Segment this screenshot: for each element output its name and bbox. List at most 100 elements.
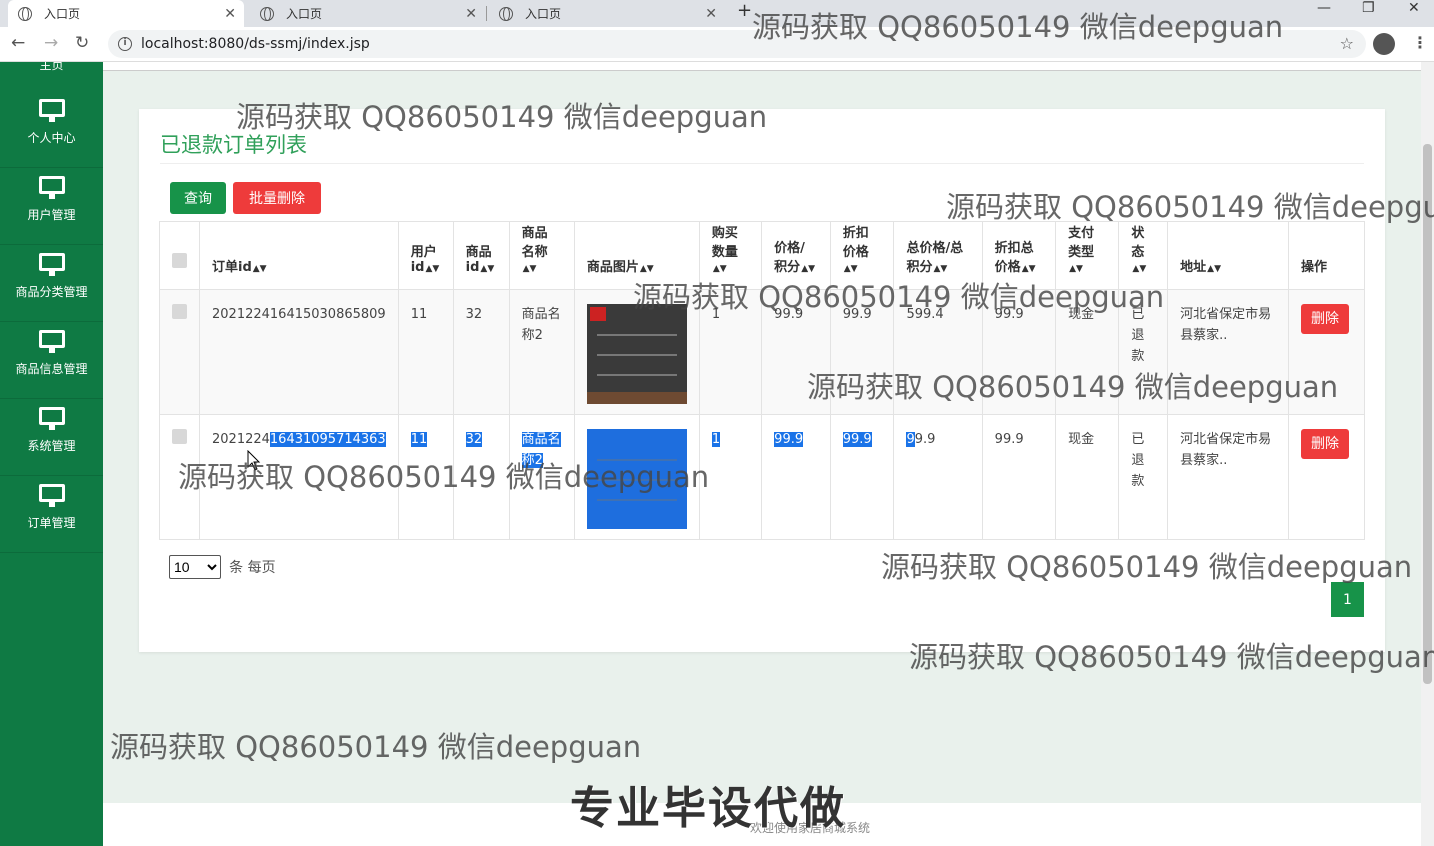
table-header-row: 订单id▲▼ 用户 id▲▼ 商品 id▲▼ 商品 名称▲▼ 商品图片▲▼ 购买 数量▲…	[159, 221, 1366, 290]
col-user-id[interactable]: 用户 id▲▼	[397, 221, 454, 290]
browser-toolbar: ← → ↻ i localhost:8080/ds-ssmj/index.jsp…	[0, 27, 1434, 62]
sort-icon: ▲▼	[933, 264, 948, 274]
profile-avatar-icon[interactable]	[1373, 33, 1395, 55]
query-button[interactable]: 查询	[170, 182, 226, 214]
sort-icon: ▲▼	[522, 264, 537, 274]
sidebar-item-system[interactable]: 系统管理	[0, 399, 103, 476]
select-all-checkbox[interactable]	[172, 253, 187, 268]
goods-name-cell: 商品名称2	[508, 414, 575, 540]
discount-total-cell: 99.9	[981, 289, 1057, 415]
goods-image[interactable]	[586, 304, 687, 404]
browser-tab-3[interactable]: 入口页 ✕	[489, 0, 725, 27]
sort-icon: ▲▼	[639, 264, 654, 274]
divider	[160, 163, 1364, 164]
mouse-cursor-icon	[247, 450, 261, 471]
page-size-select[interactable]: 10	[169, 555, 221, 579]
monitor-icon	[38, 407, 65, 430]
sidebar: 主页 个人中心 用户管理 商品分类管理 商品信息管理 系统管理 订单管理	[0, 62, 103, 846]
table-row: 202122416431095714363 11 32 商品名称2 1 99.9…	[159, 414, 1366, 540]
close-icon[interactable]: ✕	[465, 6, 477, 22]
col-discount-total[interactable]: 折扣总 价格▲▼	[981, 221, 1057, 290]
col-pay-type[interactable]: 支付 类型▲▼	[1055, 221, 1120, 290]
sidebar-item-goods[interactable]: 商品信息管理	[0, 322, 103, 399]
col-total[interactable]: 总价格/总 积分▲▼	[893, 221, 983, 290]
page-scrollbar[interactable]	[1421, 62, 1434, 846]
status-cell: 已退款	[1118, 414, 1169, 540]
sort-icon: ▲▼	[1132, 264, 1147, 274]
delete-button[interactable]: 删除	[1300, 304, 1349, 334]
sort-icon: ▲▼	[252, 264, 267, 274]
col-address[interactable]: 地址▲▼	[1167, 221, 1289, 290]
col-goods-id[interactable]: 商品 id▲▼	[452, 221, 510, 290]
sort-icon: ▲▼	[1021, 264, 1036, 274]
browser-tab-2[interactable]: 入口页 ✕	[250, 0, 485, 27]
col-status[interactable]: 状态▲▼	[1118, 221, 1169, 290]
restore-icon[interactable]: ❐	[1362, 0, 1375, 16]
col-quantity[interactable]: 购买 数量▲▼	[698, 221, 763, 290]
price-cell: 99.9	[761, 414, 831, 540]
watermark-big: 专业毕设代做	[570, 783, 846, 834]
sidebar-item-orders[interactable]: 订单管理	[0, 476, 103, 553]
goods-image-cell	[573, 289, 700, 415]
goods-name-cell: 商品名称2	[508, 289, 575, 415]
goods-id-cell: 32	[452, 414, 510, 540]
address-bar[interactable]: i localhost:8080/ds-ssmj/index.jsp ☆	[108, 30, 1366, 58]
sort-icon: ▲▼	[801, 264, 816, 274]
new-tab-icon[interactable]: +	[737, 0, 752, 21]
back-icon[interactable]: ←	[11, 33, 25, 53]
discount-price-cell: 99.9	[829, 289, 895, 415]
row-checkbox[interactable]	[172, 304, 187, 319]
monitor-icon	[38, 330, 65, 353]
pay-type-cell: 现金	[1055, 414, 1120, 540]
batch-delete-button[interactable]: 批量删除	[233, 182, 321, 214]
monitor-icon	[38, 176, 65, 199]
sidebar-item-home[interactable]: 主页	[0, 62, 103, 73]
sort-icon: ▲▼	[425, 264, 440, 274]
user-id-cell: 11	[397, 414, 454, 540]
sidebar-item-profile[interactable]: 个人中心	[0, 91, 103, 168]
sidebar-item-label: 订单管理	[27, 516, 76, 530]
reload-icon[interactable]: ↻	[75, 33, 89, 53]
row-checkbox[interactable]	[172, 429, 187, 444]
browser-menu-icon[interactable]: ⋮	[1412, 33, 1428, 52]
close-icon[interactable]: ✕	[705, 6, 717, 22]
col-goods-name[interactable]: 商品 名称▲▼	[508, 221, 575, 290]
top-strip	[103, 62, 1421, 71]
goods-id-cell: 32	[452, 289, 510, 415]
globe-icon	[499, 6, 513, 21]
minimize-icon[interactable]: —	[1317, 0, 1331, 16]
page-1-button[interactable]: 1	[1331, 582, 1364, 617]
forward-icon[interactable]: →	[44, 33, 58, 53]
sidebar-item-categories[interactable]: 商品分类管理	[0, 245, 103, 322]
col-price[interactable]: 价格/积分▲▼	[761, 221, 831, 290]
tab-title: 入口页	[44, 7, 81, 21]
goods-image[interactable]	[586, 429, 687, 529]
monitor-icon	[38, 99, 65, 122]
sidebar-item-label: 系统管理	[27, 439, 76, 453]
col-goods-image[interactable]: 商品图片▲▼	[573, 221, 700, 290]
bookmark-star-icon[interactable]: ☆	[1340, 34, 1354, 53]
sidebar-item-users[interactable]: 用户管理	[0, 168, 103, 245]
monitor-icon	[38, 484, 65, 507]
globe-icon	[18, 6, 32, 21]
scrollbar-thumb[interactable]	[1423, 144, 1432, 684]
sort-icon: ▲▼	[1069, 264, 1083, 274]
col-discount-price[interactable]: 折扣 价格▲▼	[829, 221, 895, 290]
sort-icon: ▲▼	[843, 264, 858, 274]
orders-card: 已退款订单列表 查询 批量删除 订单id▲▼ 用户 id▲▼ 商品 id▲▼ 商品名…	[139, 109, 1385, 652]
browser-tab-bar: 入口页 ✕ 入口页 ✕ 入口页 ✕ + — ❐ ✕	[0, 0, 1434, 27]
page-size-control: 10 条 每页	[169, 555, 276, 579]
col-action: 操作	[1287, 221, 1366, 290]
table-row: 202122416415030865809 11 32 商品名称2 1 99.9…	[159, 289, 1366, 415]
tab-title: 入口页	[525, 7, 562, 21]
address-cell: 河北省保定市易县蔡家..	[1167, 414, 1289, 540]
order-id-cell: 202122416431095714363	[199, 414, 399, 540]
info-icon[interactable]: i	[118, 37, 132, 51]
close-icon[interactable]: ✕	[224, 6, 236, 22]
delete-button[interactable]: 删除	[1300, 429, 1349, 459]
page-title: 已退款订单列表	[160, 133, 307, 157]
window-close-icon[interactable]: ✕	[1408, 0, 1420, 16]
globe-icon	[260, 6, 274, 21]
browser-tab-1[interactable]: 入口页 ✕	[8, 0, 244, 27]
col-order-id[interactable]: 订单id▲▼	[199, 221, 399, 290]
